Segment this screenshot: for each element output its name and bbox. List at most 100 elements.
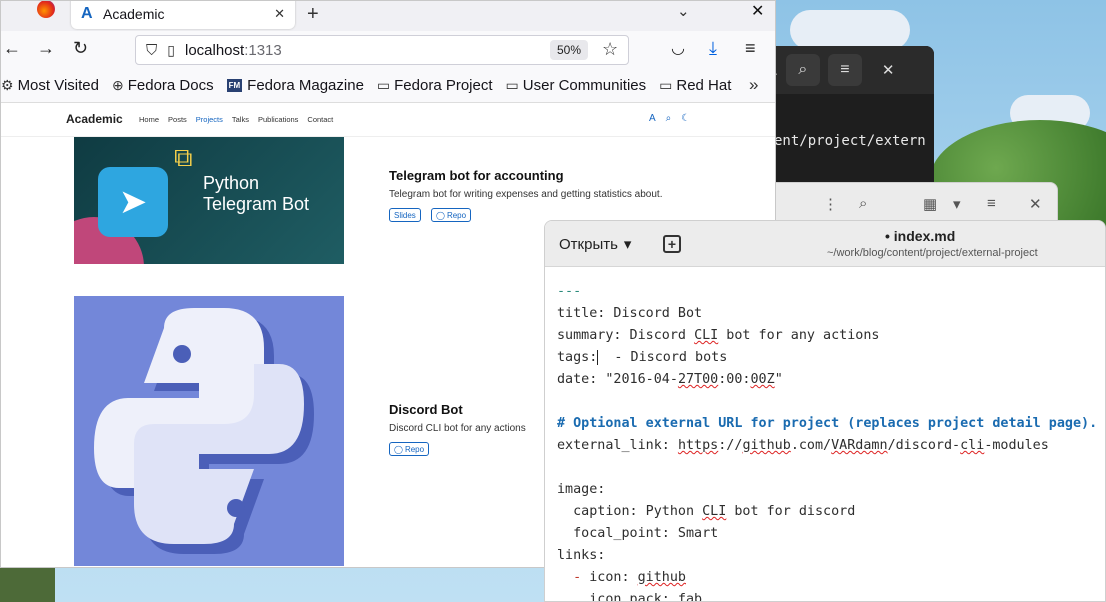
bookmark-label: Red Hat [676, 77, 732, 94]
chevron-down-icon: ▾ [623, 236, 632, 253]
close-icon[interactable]: ✕ [1029, 195, 1042, 213]
menu-home[interactable]: Home [139, 115, 159, 124]
chevron-double-right-icon[interactable]: » [749, 75, 758, 95]
code-line: # Optional external URL for project (rep… [557, 416, 1098, 431]
url-text: localhost:1313 [185, 42, 282, 59]
code-text: :00: [718, 372, 751, 387]
menu-talks[interactable]: Talks [232, 115, 249, 124]
bookmark-fedora-project[interactable]: ▭ Fedora Project [377, 77, 493, 94]
image-caption-line: Telegram Bot [203, 194, 310, 214]
pocket-icon[interactable]: ◡ [671, 38, 685, 58]
bookmark-label: Fedora Docs [127, 77, 214, 94]
code-line: external_link: https://github.com/VARdam… [557, 435, 1105, 457]
moon-icon[interactable]: ☾ [681, 113, 690, 124]
menu-publications[interactable]: Publications [258, 115, 298, 124]
site-menu: Home Posts Projects Talks Publications C… [139, 115, 333, 124]
repo-label: Repo [404, 444, 425, 454]
bookmark-user-communities[interactable]: ▭ User Communities [506, 77, 647, 94]
project-image-telegram[interactable]: ➤ ⧉ Python Telegram Bot [74, 137, 344, 264]
more-vertical-icon[interactable]: ⋮ [823, 195, 838, 213]
bookmark-fedora-docs[interactable]: ⊕ Fedora Docs [112, 77, 214, 94]
back-icon[interactable]: ← [3, 38, 21, 59]
menu-posts[interactable]: Posts [168, 115, 187, 124]
project-title[interactable]: Telegram bot for accounting [389, 168, 564, 183]
window-close-icon[interactable]: ✕ [751, 1, 764, 21]
grid-view-icon[interactable]: ▦ [923, 195, 937, 213]
folder-icon: ▭ [659, 77, 673, 93]
academic-logo-icon: A [81, 5, 93, 22]
new-document-icon[interactable]: + [663, 235, 681, 253]
menu-icon[interactable]: ≡ [987, 195, 996, 212]
code-line: --- [557, 284, 582, 299]
bookmark-label: User Communities [522, 77, 647, 94]
project-image-discord[interactable] [74, 296, 344, 566]
code-line: title: Discord Bot [557, 306, 703, 321]
code-text: :// [718, 438, 743, 453]
text-editor-window[interactable]: Открыть ▾ + • index.md ~/work/blog/conten… [544, 220, 1106, 602]
python-icon: ⧉ [174, 142, 193, 172]
code-text: summary: Discord [557, 328, 695, 343]
bookmarks-toolbar: ⚙ Most Visited ⊕ Fedora Docs FM Fedora Maga… [1, 69, 775, 103]
search-icon[interactable]: ⌕ [859, 195, 867, 212]
code-text: CLI [694, 328, 719, 343]
open-button[interactable]: Открыть ▾ [559, 235, 632, 254]
url-bar[interactable]: ⛉ ▯ localhost:1313 50% ☆ [135, 35, 629, 65]
gear-icon: ⚙ [1, 77, 14, 93]
slides-button[interactable]: Slides [389, 208, 421, 222]
tab-academic[interactable]: A Academic ✕ [71, 1, 295, 29]
project-summary: Telegram bot for writing expenses and ge… [389, 189, 663, 200]
code-line: summary: Discord CLI bot for any actions [557, 325, 1105, 347]
menu-icon[interactable]: ≡ [745, 38, 756, 59]
terminal-window[interactable]: . ⌕ ≡ ✕ ent/project/extern [760, 46, 934, 196]
menu-contact[interactable]: Contact [307, 115, 333, 124]
menu-projects[interactable]: Projects [196, 115, 223, 124]
bookmark-most-visited[interactable]: ⚙ Most Visited [1, 77, 99, 94]
close-icon[interactable]: ✕ [274, 6, 285, 22]
forward-icon[interactable]: → [37, 38, 55, 59]
site-brand[interactable]: Academic [66, 112, 123, 126]
menu-icon[interactable]: ≡ [827, 54, 862, 86]
code-text: cli [960, 438, 985, 453]
code-text: date: "2016-04- [557, 372, 678, 387]
code-text: /discord- [887, 438, 961, 453]
search-icon[interactable]: ⌕ [666, 113, 672, 124]
bookmark-star-icon[interactable]: ☆ [602, 39, 618, 60]
zoom-level[interactable]: 50% [550, 40, 588, 60]
code-text: - [557, 570, 590, 585]
code-text: -modules [984, 438, 1049, 453]
globe-icon: ⊕ [112, 77, 124, 93]
page-icon[interactable]: ▯ [167, 42, 175, 59]
site-navbar: Academic Home Posts Projects Talks Publi… [1, 103, 775, 137]
open-label: Открыть [559, 235, 618, 253]
code-text: icon: [589, 570, 638, 585]
python-logo-icon [94, 308, 314, 554]
url-port: :1313 [244, 41, 282, 59]
search-icon[interactable]: ⌕ [785, 54, 820, 86]
shield-icon[interactable]: ⛉ [146, 42, 157, 59]
code-text: external_link: [557, 438, 678, 453]
repo-button[interactable]: ◯ Repo [389, 442, 430, 456]
close-icon[interactable]: ✕ [882, 61, 895, 79]
reload-icon[interactable]: ↻ [73, 38, 88, 59]
code-text: 00Z [750, 372, 775, 387]
firefox-icon [37, 1, 55, 18]
editor-text-area[interactable]: --- title: Discord Bot summary: Discord … [545, 267, 1105, 601]
code-text: .com/ [790, 438, 832, 453]
new-tab-icon[interactable]: + [307, 3, 319, 26]
code-text: caption: Python [557, 504, 703, 519]
project-title[interactable]: Discord Bot [389, 402, 463, 417]
code-text: bot for any actions [718, 328, 880, 343]
bookmark-red-hat[interactable]: ▭ Red Hat [659, 77, 731, 94]
image-caption: Python Telegram Bot [203, 173, 309, 215]
chevron-down-icon[interactable]: ⌄ [677, 2, 690, 20]
font-size-icon[interactable]: A [649, 113, 656, 124]
repo-button[interactable]: ◯ Repo [431, 208, 472, 222]
code-text: github [637, 570, 686, 585]
chevron-down-icon[interactable]: ▾ [953, 195, 961, 213]
code-text: tags: [557, 350, 598, 365]
download-icon[interactable]: ⤓ [709, 38, 717, 59]
bookmark-fedora-magazine[interactable]: FM Fedora Magazine [226, 77, 364, 94]
folder-icon: ▭ [505, 77, 519, 93]
